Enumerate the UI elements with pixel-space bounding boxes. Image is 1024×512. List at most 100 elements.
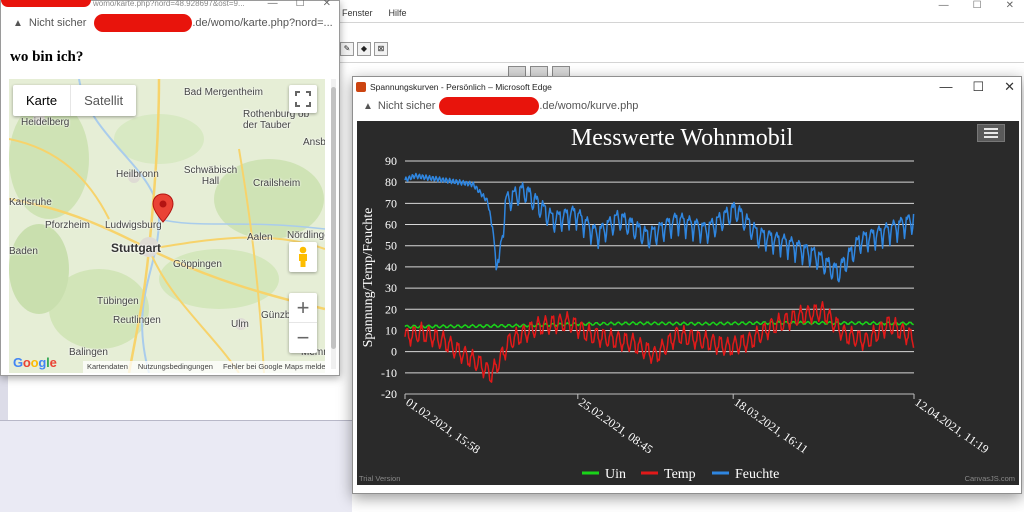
scrollbar-thumb[interactable]	[331, 87, 336, 349]
fullscreen-icon	[295, 91, 311, 107]
legend-label-feuchte: Feuchte	[735, 467, 779, 482]
y-tick-label: 10	[385, 323, 397, 337]
map-type-control: Karte Satellit	[13, 85, 137, 116]
security-label: Nicht sicher	[377, 100, 436, 112]
divider	[340, 62, 1024, 63]
chart-window-title: Spannungskurven - Persönlich – Microsoft…	[370, 82, 552, 92]
y-tick-label: 50	[385, 239, 397, 253]
warning-icon: ▲	[363, 100, 373, 112]
map-type-satellit-button[interactable]: Satellit	[71, 85, 136, 116]
background-toolbar: ✎ ◆ ⊠	[340, 42, 388, 56]
minimize-button[interactable]: —	[939, 0, 949, 11]
close-button[interactable]: ✕	[1004, 79, 1015, 95]
map-window-controls: — ☐ ✕	[268, 0, 331, 9]
map-label: Göppingen	[173, 259, 222, 270]
pegman-icon	[299, 246, 307, 267]
attribution-kartendaten[interactable]: Kartendaten	[87, 362, 128, 372]
map-label: Balingen	[69, 347, 108, 358]
map-label: Karlsruhe	[9, 197, 52, 208]
map-label: Ansb	[303, 137, 325, 148]
map-label: Reutlingen	[113, 315, 161, 326]
address-path: .de/womo/karte.php?nord=...	[192, 17, 333, 29]
y-tick-label: 20	[385, 302, 397, 316]
chart-browser-window: Spannungskurven - Persönlich – Microsoft…	[352, 76, 1022, 494]
maximize-button[interactable]: ☐	[973, 0, 982, 11]
map-window-title: womo/karte.php?nord=48.928697&ost=9...	[93, 0, 245, 8]
chart-canvas: Messwerte Wohnmobil 90 80 70 60 50 40 30 20 10 0 -1…	[357, 121, 1019, 485]
map-label: Stuttgart	[111, 241, 161, 255]
close-button[interactable]: ✕	[323, 0, 331, 9]
divider	[340, 22, 1024, 23]
line-chart: Messwerte Wohnmobil 90 80 70 60 50 40 30 20 10 0 -1…	[361, 125, 991, 482]
map-label: Heidelberg	[21, 117, 70, 128]
y-tick-label: 40	[385, 260, 397, 274]
series-line-uin	[404, 320, 915, 329]
canvasjs-credit-link[interactable]: CanvasJS.com	[965, 474, 1015, 483]
y-tick-label: 0	[391, 345, 397, 359]
google-map[interactable]: Bad Mergentheim Heidelberg Rothenburg ob…	[9, 79, 325, 373]
x-tick-label: 18.03.2021, 16:11	[731, 395, 810, 456]
vertical-scrollbar[interactable]	[331, 79, 336, 369]
x-tick-label: 01.02.2021, 15:58	[403, 395, 483, 457]
x-tick-label: 25.02.2021, 08:45	[576, 395, 656, 457]
maximize-button[interactable]: ☐	[972, 79, 984, 95]
redaction-mark	[94, 14, 193, 32]
map-window-titlebar: womo/karte.php?nord=48.928697&ost=9... —…	[1, 0, 339, 11]
trial-version-label: Trial Version	[359, 474, 401, 483]
page-heading: wo bin ich?	[10, 49, 84, 65]
zoom-in-button[interactable]: +	[289, 293, 317, 323]
legend-label-temp: Temp	[664, 467, 696, 482]
map-attribution: Kartendaten Nutzungsbedingungen Fehler b…	[83, 361, 325, 373]
background-bottom-area	[0, 420, 352, 512]
map-label: Baden	[9, 246, 38, 257]
y-tick-label: 70	[385, 196, 397, 210]
close-button[interactable]: ✕	[1006, 0, 1014, 11]
shape-icon[interactable]: ◆	[357, 42, 371, 56]
y-tick-label: -10	[381, 366, 397, 380]
map-type-karte-button[interactable]: Karte	[13, 85, 72, 116]
map-label: Heilbronn	[116, 169, 159, 180]
background-window-controls: — ☐ ✕	[939, 0, 1014, 11]
map-label: Günzb	[261, 310, 291, 321]
zoom-out-button[interactable]: −	[289, 323, 317, 353]
legend-label-uin: Uin	[605, 467, 626, 482]
location-pin-icon[interactable]	[152, 193, 174, 226]
map-label: Aalen	[247, 232, 273, 243]
fullscreen-button[interactable]	[289, 85, 317, 113]
y-axis-title: Spannung/Temp/Feuchte	[361, 208, 376, 348]
map-label: Pforzheim	[45, 220, 91, 231]
street-view-pegman[interactable]	[289, 242, 317, 272]
security-label: Nicht sicher	[28, 17, 87, 29]
address-path: .de/womo/kurve.php	[539, 100, 639, 112]
y-tick-label: 90	[385, 154, 397, 168]
redaction-mark	[439, 97, 540, 115]
maximize-button[interactable]: ☐	[296, 0, 305, 9]
y-tick-label: -20	[381, 387, 397, 401]
series-line-temp	[404, 300, 915, 383]
edge-app-icon	[356, 82, 366, 92]
warning-icon: ▲	[13, 17, 23, 29]
y-tick-label: 60	[385, 218, 397, 232]
map-label: Bad Mergentheim	[184, 87, 263, 98]
chart-address-bar[interactable]: ▲ Nicht sicher .de/womo/kurve.php	[353, 97, 1021, 115]
attribution-terms[interactable]: Nutzungsbedingungen	[138, 362, 213, 372]
hamburger-icon	[984, 128, 998, 130]
chart-window-titlebar: Spannungskurven - Persönlich – Microsoft…	[353, 77, 1021, 97]
map-label: Tübingen	[97, 296, 139, 307]
minimize-button[interactable]: —	[939, 79, 952, 95]
attribution-report[interactable]: Fehler bei Google Maps melden	[223, 362, 325, 372]
chart-window-controls: — ☐ ✕	[939, 79, 1015, 95]
pencil-icon[interactable]: ✎	[340, 42, 354, 56]
map-label: Schwäbisch Hall	[183, 165, 238, 187]
google-logo[interactable]: Google	[13, 355, 57, 370]
chart-title: Messwerte Wohnmobil	[571, 125, 794, 151]
select-icon[interactable]: ⊠	[374, 42, 388, 56]
y-tick-label: 80	[385, 175, 397, 189]
redaction-mark	[1, 0, 91, 7]
minimize-button[interactable]: —	[268, 0, 278, 9]
map-address-bar[interactable]: ▲ Nicht sicher .de/womo/karte.php?nord=.…	[1, 11, 339, 35]
chart-menu-button[interactable]	[977, 124, 1005, 142]
x-tick-label: 12.04.2021, 11:19	[912, 395, 991, 456]
series-line-feuchte	[404, 172, 915, 283]
map-label: Crailsheim	[253, 178, 301, 189]
